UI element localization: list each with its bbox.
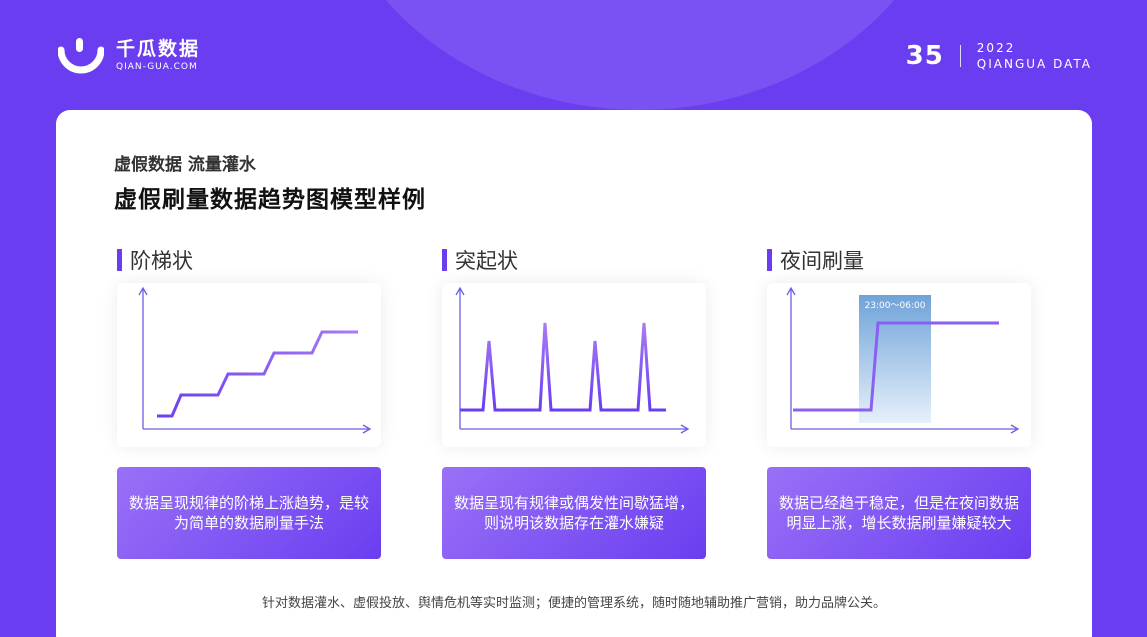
column-staircase: 阶梯状 数据呈现规律的阶梯上涨趋势，是较为简单的数据刷量手法	[117, 247, 381, 559]
staircase-line	[157, 330, 358, 418]
chart-staircase	[117, 283, 381, 447]
column-spike: 突起状 数据呈现有规律或偶发性间歇猛增，则说明该数据存在灌水嫌疑	[442, 247, 706, 559]
page-brand-en: QIANGUA DATA	[976, 57, 1092, 71]
time-range-label: 23:00～06:00	[865, 301, 926, 311]
page-title: 虚假刷量数据趋势图模型样例	[114, 187, 426, 213]
column-label: 夜间刷量	[767, 247, 1031, 273]
x-axis	[791, 424, 1020, 434]
column-description: 数据呈现规律的阶梯上涨趋势，是较为简单的数据刷量手法	[117, 467, 381, 559]
column-description: 数据已经趋于稳定，但是在夜间数据明显上涨，增长数据刷量嫌疑较大	[767, 467, 1031, 559]
column-description: 数据呈现有规律或偶发性间歇猛增，则说明该数据存在灌水嫌疑	[442, 467, 706, 559]
column-label-text: 阶梯状	[130, 249, 193, 273]
column-night: 夜间刷量 23:00～06:00 数据已经趋于稳定，但是在夜间数据明显上涨，增长…	[767, 247, 1031, 559]
page-info: 35 2022 QIANGUA DATA	[906, 40, 1092, 72]
chart-night: 23:00～06:00	[767, 283, 1031, 447]
label-bar	[117, 249, 122, 271]
chart-spike	[442, 283, 706, 447]
x-axis	[143, 424, 372, 434]
brand-domain: QIAN-GUA.COM	[116, 62, 198, 72]
y-axis	[786, 286, 796, 429]
page-divider	[959, 45, 961, 67]
column-label: 突起状	[442, 247, 706, 273]
column-label-text: 突起状	[455, 249, 518, 273]
x-axis	[460, 424, 690, 434]
content-card: 虚假数据 流量灌水 虚假刷量数据趋势图模型样例 阶梯状 数据呈现规律的阶梯上涨趋…	[56, 110, 1092, 637]
logo-icon	[58, 38, 104, 74]
label-bar	[767, 249, 772, 271]
column-label: 阶梯状	[117, 247, 381, 273]
label-bar	[442, 249, 447, 271]
brand-logo: 千瓜数据 QIAN-GUA.COM	[58, 36, 200, 76]
column-label-text: 夜间刷量	[780, 249, 864, 273]
background-circle	[320, 0, 960, 110]
section-subtitle: 虚假数据 流量灌水	[114, 155, 256, 175]
night-highlight	[859, 295, 931, 423]
brand-name: 千瓜数据	[116, 38, 201, 60]
page-year: 2022	[976, 41, 1016, 55]
footer-text: 针对数据灌水、虚假投放、舆情危机等实时监测；便捷的管理系统，随时随地辅助推广营销…	[261, 596, 886, 611]
y-axis	[138, 286, 148, 429]
spike-line	[460, 322, 666, 412]
y-axis	[455, 286, 465, 429]
page-number: 35	[905, 41, 944, 71]
